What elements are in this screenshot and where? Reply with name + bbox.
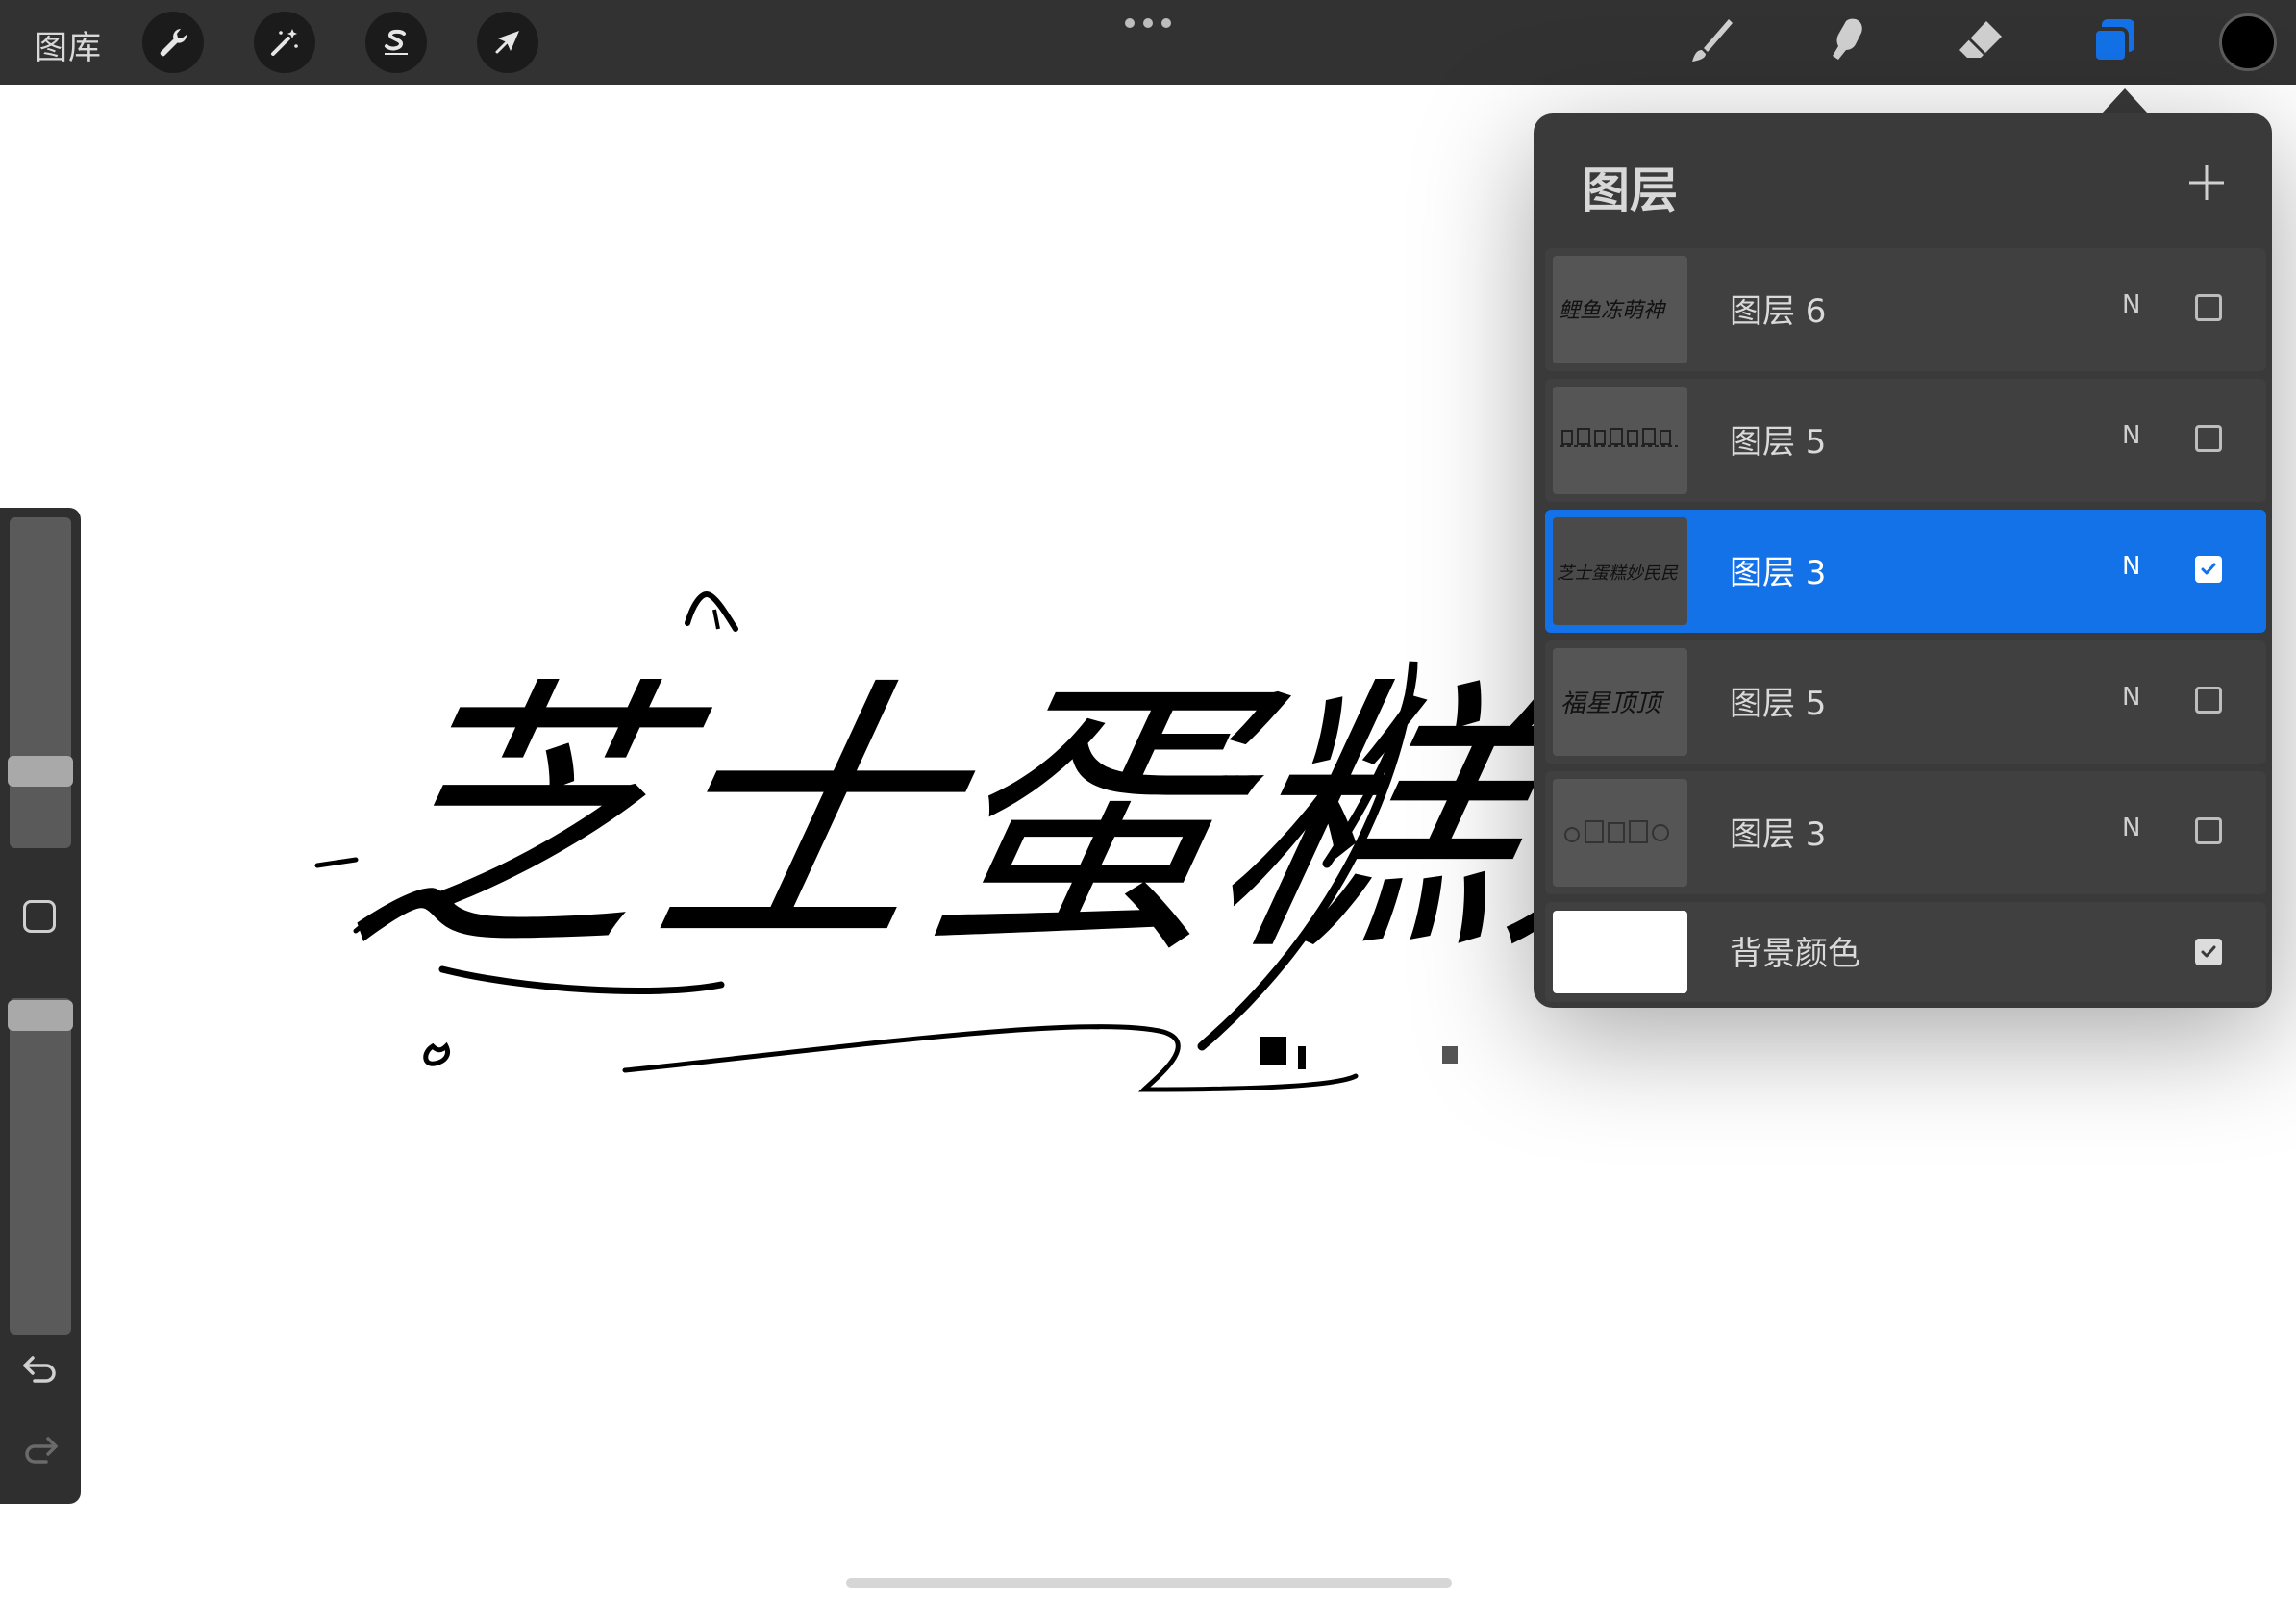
layer-row-selected[interactable]: 芝士蛋糕妙民民 图层 3 N xyxy=(1545,510,2266,633)
brush-size-slider[interactable] xyxy=(10,517,71,848)
layer-visibility-checkbox[interactable] xyxy=(2195,294,2222,321)
plus-icon[interactable] xyxy=(2185,162,2228,204)
blend-mode-button[interactable]: N xyxy=(2122,814,2140,842)
blend-mode-button[interactable]: N xyxy=(2122,552,2140,581)
layer-thumbnail xyxy=(1553,387,1687,494)
layer-thumbnail xyxy=(1553,779,1687,887)
background-layer-name: 背景颜色 xyxy=(1730,935,1860,973)
layer-name[interactable]: 图层 5 xyxy=(1730,415,1826,463)
layers-icon xyxy=(2092,19,2134,63)
redo-icon[interactable] xyxy=(19,1431,62,1469)
opacity-slider[interactable] xyxy=(10,998,71,1335)
layer-name[interactable]: 图层 5 xyxy=(1730,677,1826,724)
smudge-tool[interactable] xyxy=(1817,13,1875,71)
layer-visibility-checkbox[interactable] xyxy=(2195,556,2222,583)
layer-row[interactable]: 福星顶顶 图层 5 N xyxy=(1545,640,2266,764)
brush-icon xyxy=(1692,19,1733,62)
layer-thumbnail-text: 芝士蛋糕妙民民 xyxy=(1557,564,1679,584)
layer-thumbnail-text: 福星顶顶 xyxy=(1560,689,1665,718)
layer-visibility-checkbox[interactable] xyxy=(2195,425,2222,452)
arrow-cursor-icon xyxy=(495,31,519,54)
actions-button[interactable] xyxy=(142,12,204,73)
layer-thumbnail: 芝士蛋糕妙民民 xyxy=(1553,517,1687,625)
checkmark-icon xyxy=(2201,945,2216,958)
adjustments-button[interactable] xyxy=(254,12,315,73)
opacity-thumb[interactable] xyxy=(8,1000,73,1031)
transform-button[interactable] xyxy=(477,12,538,73)
layer-row[interactable]: 图层 5 N xyxy=(1545,379,2266,502)
calligraphy-artwork: 芝士蛋糕妙 xyxy=(314,590,1538,1092)
layer-name[interactable]: 图层 6 xyxy=(1730,285,1826,332)
magic-wand-icon xyxy=(271,29,298,56)
layers-tool[interactable] xyxy=(2086,13,2144,71)
blend-mode-button[interactable]: N xyxy=(2122,290,2140,319)
top-toolbar: 图库 xyxy=(0,0,2296,85)
wrench-icon xyxy=(160,29,187,57)
brush-size-thumb[interactable] xyxy=(8,756,73,787)
layer-thumbnail: 鲤鱼冻萌神 xyxy=(1553,256,1687,363)
undo-icon[interactable] xyxy=(19,1350,62,1389)
layer-thumbnail-text: 鲤鱼冻萌神 xyxy=(1559,299,1667,323)
layer-row[interactable]: 图层 3 N xyxy=(1545,771,2266,894)
layer-visibility-checkbox[interactable] xyxy=(2195,817,2222,844)
layer-name[interactable]: 图层 3 xyxy=(1730,808,1826,855)
layers-panel: 图层 鲤鱼冻萌神 图层 6 N 图层 5 N 芝士蛋糕妙民民 图层 3 N 福星… xyxy=(1534,113,2272,1008)
layer-thumbnail: 福星顶顶 xyxy=(1553,648,1687,756)
layer-row[interactable]: 鲤鱼冻萌神 图层 6 N xyxy=(1545,248,2266,371)
background-color-row[interactable]: 背景颜色 xyxy=(1545,902,2266,1002)
checkmark-icon xyxy=(2201,563,2216,575)
more-options-icon[interactable] xyxy=(1125,13,1171,33)
layers-title: 图层 xyxy=(1582,163,1678,218)
layer-visibility-checkbox[interactable] xyxy=(2195,687,2222,714)
background-color-swatch[interactable] xyxy=(1553,911,1687,993)
blend-mode-button[interactable]: N xyxy=(2122,421,2140,450)
eraser-tool[interactable] xyxy=(1952,13,2009,71)
home-indicator[interactable] xyxy=(846,1578,1452,1588)
background-visibility-checkbox[interactable] xyxy=(2195,939,2222,965)
selection-button[interactable] xyxy=(365,12,427,73)
gallery-button[interactable]: 图库 xyxy=(35,21,102,68)
blend-mode-button[interactable]: N xyxy=(2122,683,2140,712)
modify-button[interactable] xyxy=(23,900,56,933)
selection-s-icon xyxy=(385,29,408,55)
popover-arrow xyxy=(2102,88,2148,113)
eraser-icon xyxy=(1959,21,2002,58)
color-picker-button[interactable] xyxy=(2219,13,2277,71)
brush-tool[interactable] xyxy=(1683,13,1740,71)
layer-name[interactable]: 图层 3 xyxy=(1730,546,1826,593)
left-sidebar xyxy=(0,508,81,1504)
smudge-finger-icon xyxy=(1833,18,1862,60)
